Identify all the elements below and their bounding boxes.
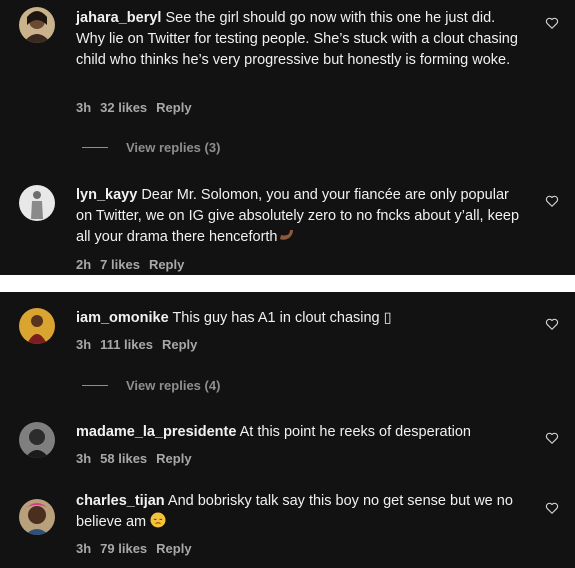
comment-meta: 3h 32 likes Reply	[76, 100, 201, 115]
comment-likes[interactable]: 32 likes	[100, 100, 147, 115]
avatar[interactable]	[19, 308, 55, 344]
comment-text: jahara_beryl See the girl should go now …	[76, 8, 524, 71]
comment-time: 3h	[76, 541, 92, 556]
heart-outline-icon[interactable]	[545, 194, 559, 208]
comment-likes[interactable]: 58 likes	[100, 451, 147, 466]
comment-text: madame_la_presidente At this point he re…	[76, 422, 524, 443]
avatar[interactable]	[19, 7, 55, 43]
heart-outline-icon[interactable]	[545, 16, 559, 30]
comment-text: lyn_kayy Dear Mr. Solomon, you and your …	[76, 185, 524, 248]
pensive-face-emoji	[150, 512, 166, 528]
reply-button[interactable]: Reply	[156, 100, 191, 115]
divider-line	[82, 385, 108, 386]
view-replies-label: View replies (4)	[126, 378, 221, 393]
reply-button[interactable]: Reply	[149, 257, 184, 272]
comment-meta: 3h 79 likes Reply	[76, 541, 201, 556]
comment-username[interactable]: jahara_beryl	[76, 10, 161, 26]
comment-username[interactable]: lyn_kayy	[76, 187, 137, 203]
reply-button[interactable]: Reply	[162, 337, 197, 352]
flexed-arm-emoji	[279, 230, 293, 240]
comment-likes[interactable]: 111 likes	[100, 337, 153, 352]
comment-meta: 3h 58 likes Reply	[76, 451, 201, 466]
avatar[interactable]	[19, 185, 55, 221]
view-replies-label: View replies (3)	[126, 140, 221, 155]
reply-button[interactable]: Reply	[156, 541, 191, 556]
comment-time: 3h	[76, 100, 92, 115]
comment-body: Dear Mr. Solomon, you and your fiancée a…	[76, 187, 520, 245]
comment-text: iam_omonike This guy has A1 in clout cha…	[76, 308, 524, 329]
comment-meta: 3h 111 likes Reply	[76, 337, 206, 352]
comment-time: 2h	[76, 257, 92, 272]
comment-time: 3h	[76, 451, 92, 466]
heart-outline-icon[interactable]	[545, 431, 559, 445]
avatar[interactable]	[19, 422, 55, 458]
divider-line	[82, 147, 108, 148]
comment-username[interactable]: madame_la_presidente	[76, 424, 236, 440]
comment-meta: 2h 7 likes Reply	[76, 257, 193, 272]
avatar[interactable]	[19, 499, 55, 535]
heart-outline-icon[interactable]	[545, 501, 559, 515]
comment-likes[interactable]: 79 likes	[100, 541, 147, 556]
reply-button[interactable]: Reply	[156, 451, 191, 466]
view-replies-button[interactable]: View replies (4)	[82, 378, 220, 393]
comment-body: At this point he reeks of desperation	[239, 424, 471, 440]
view-replies-button[interactable]: View replies (3)	[82, 140, 220, 155]
comment-likes[interactable]: 7 likes	[100, 257, 140, 272]
comment-time: 3h	[76, 337, 92, 352]
comment-username[interactable]: charles_tijan	[76, 493, 165, 509]
comments-panel-bottom: iam_omonike This guy has A1 in clout cha…	[0, 292, 575, 568]
comment-body: This guy has A1 in clout chasing ▯	[172, 310, 392, 326]
comment-username[interactable]: iam_omonike	[76, 310, 169, 326]
comments-panel-top: jahara_beryl See the girl should go now …	[0, 0, 575, 275]
comment-text: charles_tijan And bobrisky talk say this…	[76, 491, 524, 533]
heart-outline-icon[interactable]	[545, 317, 559, 331]
